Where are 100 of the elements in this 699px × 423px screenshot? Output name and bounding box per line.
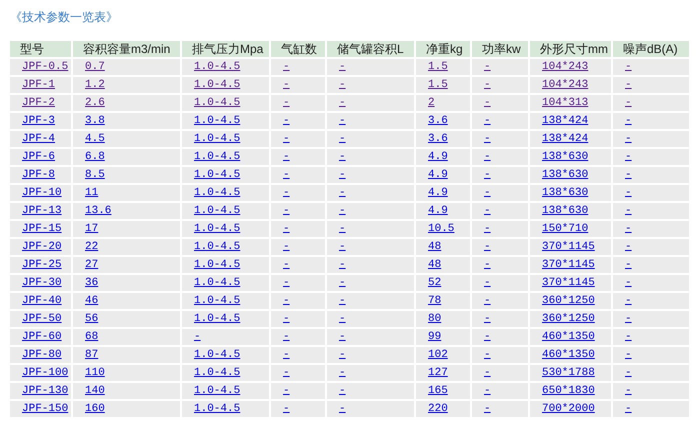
table-cell-link[interactable]: - (484, 366, 491, 380)
table-cell-link[interactable]: - (283, 132, 290, 146)
table-cell-link[interactable]: - (484, 258, 491, 272)
table-cell-link[interactable]: - (339, 60, 346, 74)
table-cell-link[interactable]: - (339, 276, 346, 290)
table-cell-link[interactable]: 36 (85, 276, 98, 290)
table-cell-link[interactable]: - (625, 312, 632, 326)
table-cell-link[interactable]: 0.7 (85, 60, 105, 74)
table-cell-link[interactable]: - (484, 312, 491, 326)
table-cell-link[interactable]: - (484, 186, 491, 200)
table-cell-link[interactable]: 140 (85, 384, 105, 398)
table-cell-link[interactable]: - (339, 150, 346, 164)
table-cell-link[interactable]: - (283, 96, 290, 110)
table-cell-link[interactable]: - (283, 240, 290, 254)
table-cell-link[interactable]: 2 (428, 96, 435, 110)
table-cell-link[interactable]: - (339, 78, 346, 92)
table-cell-link[interactable]: - (484, 114, 491, 128)
table-cell-link[interactable]: - (625, 366, 632, 380)
table-cell-link[interactable]: - (283, 402, 290, 416)
table-cell-link[interactable]: - (625, 258, 632, 272)
table-cell-link[interactable]: - (625, 402, 632, 416)
table-cell-link[interactable]: - (625, 276, 632, 290)
table-cell-link[interactable]: - (339, 312, 346, 326)
table-cell-link[interactable]: - (339, 132, 346, 146)
table-cell-link[interactable]: - (625, 240, 632, 254)
table-cell-link[interactable]: - (283, 150, 290, 164)
table-cell-link[interactable]: - (283, 258, 290, 272)
table-cell-link[interactable]: - (484, 150, 491, 164)
table-cell-link[interactable]: - (484, 204, 491, 218)
table-cell-link[interactable]: - (484, 132, 491, 146)
table-cell-link[interactable]: - (339, 366, 346, 380)
table-cell-link[interactable]: - (339, 96, 346, 110)
table-cell-link[interactable]: - (339, 240, 346, 254)
table-cell-link[interactable]: 22 (85, 240, 98, 254)
table-cell-link[interactable]: - (484, 330, 491, 344)
table-cell-link[interactable]: - (625, 96, 632, 110)
table-cell-link[interactable]: - (484, 384, 491, 398)
table-cell-link[interactable]: - (625, 348, 632, 362)
table-cell-link[interactable]: - (283, 366, 290, 380)
table-cell-link[interactable]: - (283, 222, 290, 236)
table-cell-link[interactable]: - (484, 348, 491, 362)
table-cell-link[interactable]: 3.8 (85, 114, 105, 128)
table-cell-link[interactable]: - (484, 276, 491, 290)
table-cell-link[interactable]: - (339, 402, 346, 416)
table-cell-link[interactable]: - (484, 294, 491, 308)
table-cell-link[interactable]: 11 (85, 186, 98, 200)
table-cell-link[interactable]: - (625, 168, 632, 182)
table-cell-link[interactable]: - (339, 114, 346, 128)
table-cell-link[interactable]: - (339, 204, 346, 218)
table-cell-link[interactable]: 160 (85, 402, 105, 416)
table-cell-link[interactable]: - (625, 114, 632, 128)
table-cell-link[interactable]: - (484, 402, 491, 416)
table-cell-link[interactable]: - (283, 204, 290, 218)
table-cell-link[interactable]: - (283, 312, 290, 326)
table-cell-link[interactable]: - (283, 114, 290, 128)
table-cell-link[interactable]: - (339, 294, 346, 308)
table-cell-link[interactable]: - (625, 222, 632, 236)
table-cell-link[interactable]: - (339, 348, 346, 362)
table-cell-link[interactable]: - (339, 330, 346, 344)
table-cell-link[interactable]: - (283, 330, 290, 344)
table-cell-link[interactable]: 8.5 (85, 168, 105, 182)
table-cell-link[interactable]: - (339, 186, 346, 200)
table-cell-link[interactable]: - (339, 258, 346, 272)
table-cell-link[interactable]: - (283, 168, 290, 182)
table-cell-link[interactable]: - (339, 384, 346, 398)
table-cell-link[interactable]: - (625, 384, 632, 398)
table-cell-link[interactable]: - (283, 186, 290, 200)
table-cell-link[interactable]: - (625, 132, 632, 146)
table-cell-link[interactable]: - (283, 384, 290, 398)
table-cell-link[interactable]: - (283, 348, 290, 362)
table-cell-link[interactable]: 87 (85, 348, 98, 362)
table-cell-link[interactable]: - (625, 78, 632, 92)
table-cell-link[interactable]: 17 (85, 222, 98, 236)
table-cell-link[interactable]: - (625, 60, 632, 74)
table-cell-link[interactable]: - (484, 60, 491, 74)
table-cell-link[interactable]: - (283, 294, 290, 308)
table-cell-link[interactable]: 110 (85, 366, 105, 380)
table-cell-link[interactable]: - (625, 150, 632, 164)
table-cell-link[interactable]: - (283, 60, 290, 74)
table-cell-link[interactable]: 6.8 (85, 150, 105, 164)
table-cell-link[interactable]: - (484, 240, 491, 254)
table-cell-link[interactable]: - (339, 222, 346, 236)
table-cell-link[interactable]: - (283, 78, 290, 92)
table-cell-link[interactable]: - (625, 204, 632, 218)
table-cell-link[interactable]: - (283, 276, 290, 290)
table-cell-link[interactable]: - (194, 330, 201, 344)
table-cell-link[interactable]: 27 (85, 258, 98, 272)
table-cell-link[interactable]: - (484, 168, 491, 182)
table-cell-link[interactable]: - (625, 330, 632, 344)
table-cell-link[interactable]: 1.2 (85, 78, 105, 92)
table-cell-link[interactable]: - (339, 168, 346, 182)
table-cell-link[interactable]: 56 (85, 312, 98, 326)
table-cell-link[interactable]: - (484, 78, 491, 92)
table-cell-link[interactable]: 46 (85, 294, 98, 308)
table-cell-link[interactable]: 2.6 (85, 96, 105, 110)
table-cell-link[interactable]: - (625, 294, 632, 308)
table-cell-link[interactable]: - (484, 222, 491, 236)
table-cell-link[interactable]: 68 (85, 330, 98, 344)
table-cell-link[interactable]: 4.5 (85, 132, 105, 146)
table-cell-link[interactable]: - (484, 96, 491, 110)
